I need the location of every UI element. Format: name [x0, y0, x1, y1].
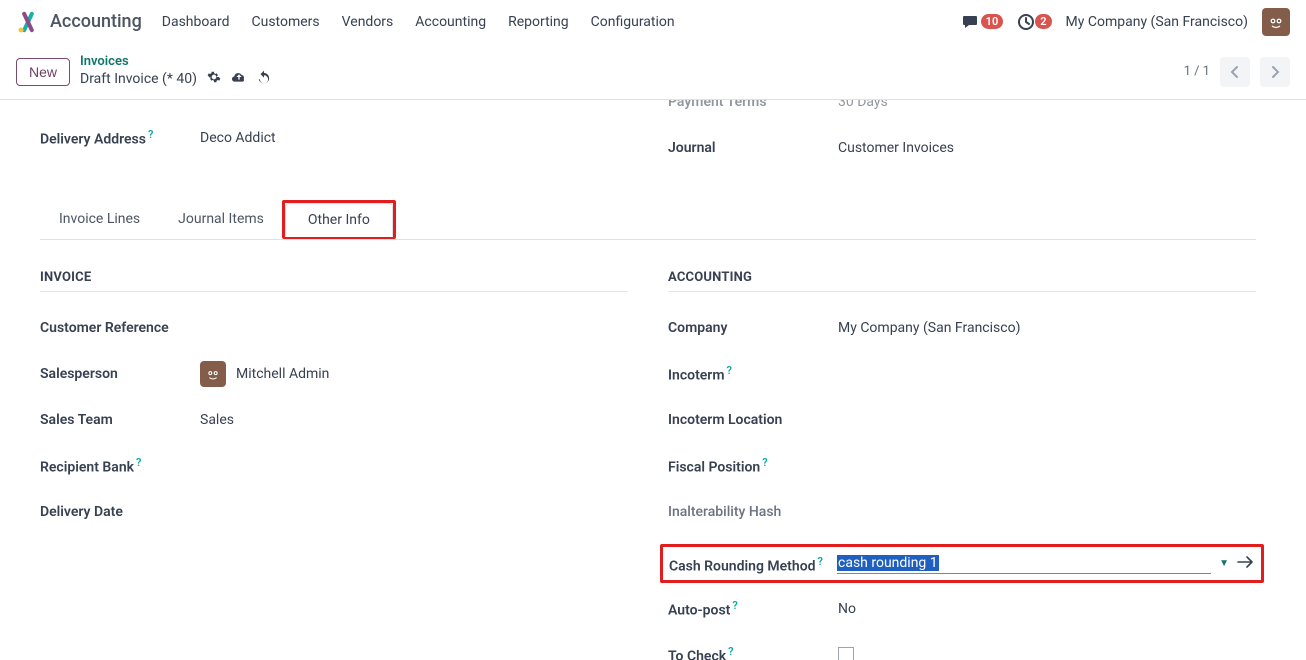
- topbar: Accounting Dashboard Customers Vendors A…: [0, 0, 1306, 44]
- clock-icon: [1017, 13, 1035, 31]
- value-salesperson[interactable]: Mitchell Admin: [200, 361, 329, 387]
- pager-text: 1 / 1: [1184, 64, 1210, 79]
- label-delivery-date: Delivery Date: [40, 504, 200, 520]
- value-company[interactable]: My Company (San Francisco): [838, 320, 1020, 336]
- group-accounting-header: ACCOUNTING: [668, 270, 1256, 292]
- label-to-check: To Check?: [668, 645, 838, 660]
- label-cash-rounding: Cash Rounding Method?: [669, 553, 837, 578]
- label-customer-reference: Customer Reference: [40, 320, 200, 336]
- help-icon[interactable]: ?: [148, 128, 153, 141]
- salesperson-name: Mitchell Admin: [236, 366, 329, 382]
- crumb-current: Draft Invoice (* 40): [80, 71, 197, 88]
- open-record-icon[interactable]: [1237, 555, 1255, 573]
- menu-customers[interactable]: Customers: [252, 14, 320, 30]
- tab-journal-items[interactable]: Journal Items: [159, 200, 283, 239]
- salesperson-avatar-icon: [200, 361, 226, 387]
- breadcrumb: Invoices Draft Invoice (* 40): [80, 54, 271, 88]
- form-scroll-area[interactable]: Delivery Address? Deco Addict Payment Te…: [0, 100, 1296, 660]
- pager-prev-button[interactable]: [1220, 57, 1250, 87]
- cash-rounding-input[interactable]: cash rounding 1: [837, 553, 1211, 574]
- label-fiscal-position: Fiscal Position?: [668, 456, 838, 476]
- activities-badge: 2: [1035, 14, 1051, 29]
- label-payment-terms: Payment Terms: [668, 100, 838, 110]
- pager: 1 / 1: [1184, 57, 1290, 87]
- cloud-upload-icon[interactable]: [231, 70, 247, 89]
- chevron-left-icon: [1230, 66, 1240, 78]
- discard-icon[interactable]: [257, 70, 271, 89]
- highlight-other-info-tab: Other Info: [282, 200, 396, 239]
- label-delivery-address: Delivery Address?: [40, 128, 200, 148]
- pager-next-button[interactable]: [1260, 57, 1290, 87]
- label-auto-post: Auto-post?: [668, 599, 838, 619]
- group-invoice-header: INVOICE: [40, 270, 628, 292]
- app-logo-icon[interactable]: [16, 10, 40, 34]
- user-avatar[interactable]: [1262, 8, 1290, 36]
- topbar-right: 10 2 My Company (San Francisco): [963, 8, 1290, 36]
- tabs: Invoice Lines Journal Items Other Info: [40, 200, 1256, 240]
- dropdown-caret-icon[interactable]: ▼: [1219, 558, 1229, 569]
- messages-button[interactable]: 10: [963, 14, 1004, 30]
- cash-rounding-value: cash rounding 1: [837, 555, 939, 571]
- label-incoterm: Incoterm?: [668, 364, 838, 384]
- avatar-icon: [1266, 12, 1286, 32]
- value-sales-team[interactable]: Sales: [200, 412, 234, 428]
- help-icon[interactable]: ?: [818, 555, 823, 568]
- to-check-checkbox[interactable]: [838, 647, 854, 660]
- label-salesperson: Salesperson: [40, 366, 200, 382]
- label-inalterability-hash: Inalterability Hash: [668, 504, 838, 520]
- crumb-invoices[interactable]: Invoices: [80, 54, 271, 70]
- messages-badge: 10: [981, 14, 1004, 29]
- help-icon[interactable]: ?: [732, 599, 737, 612]
- label-sales-team: Sales Team: [40, 412, 200, 428]
- tab-other-info[interactable]: Other Info: [285, 203, 393, 237]
- menu-configuration[interactable]: Configuration: [591, 14, 675, 30]
- app-title[interactable]: Accounting: [50, 11, 142, 32]
- value-journal[interactable]: Customer Invoices: [838, 140, 954, 156]
- highlight-cash-rounding: Cash Rounding Method? cash rounding 1 ▼: [660, 544, 1264, 583]
- menu-accounting[interactable]: Accounting: [415, 14, 486, 30]
- help-icon[interactable]: ?: [136, 456, 141, 469]
- new-button[interactable]: New: [16, 58, 70, 86]
- menu-reporting[interactable]: Reporting: [508, 14, 569, 30]
- label-incoterm-location: Incoterm Location: [668, 412, 838, 428]
- control-row: New Invoices Draft Invoice (* 40) 1 / 1: [0, 44, 1306, 100]
- chevron-right-icon: [1270, 66, 1280, 78]
- menu-dashboard[interactable]: Dashboard: [162, 14, 230, 30]
- help-icon[interactable]: ?: [762, 456, 767, 469]
- main-menu: Dashboard Customers Vendors Accounting R…: [162, 14, 675, 30]
- value-auto-post[interactable]: No: [838, 601, 856, 617]
- company-switcher[interactable]: My Company (San Francisco): [1066, 14, 1248, 30]
- menu-vendors[interactable]: Vendors: [342, 14, 394, 30]
- value-payment-terms[interactable]: 30 Days: [838, 100, 888, 110]
- label-journal: Journal: [668, 140, 838, 156]
- label-company: Company: [668, 320, 838, 336]
- activities-button[interactable]: 2: [1017, 13, 1051, 31]
- chat-icon: [963, 14, 981, 30]
- value-delivery-address[interactable]: Deco Addict: [200, 130, 276, 146]
- help-icon[interactable]: ?: [728, 645, 733, 658]
- help-icon[interactable]: ?: [727, 364, 732, 377]
- gear-icon[interactable]: [207, 70, 221, 89]
- label-recipient-bank: Recipient Bank?: [40, 456, 200, 476]
- tab-invoice-lines[interactable]: Invoice Lines: [40, 200, 159, 239]
